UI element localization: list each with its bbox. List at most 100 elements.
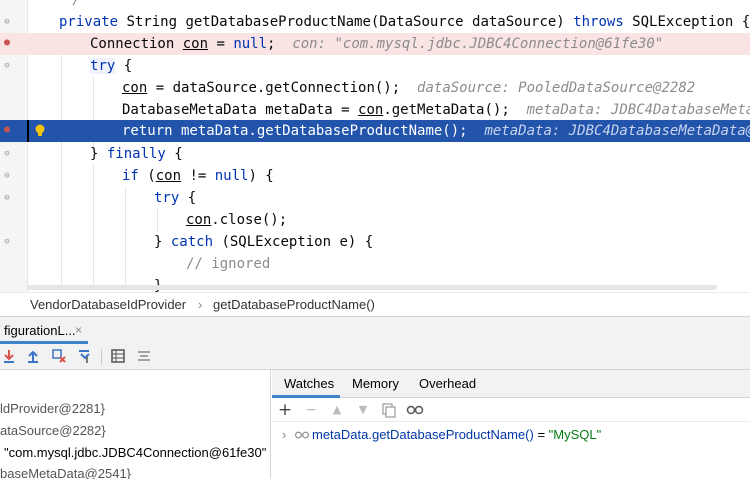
step-into-icon[interactable] bbox=[1, 348, 17, 364]
code-line-execution-point[interactable]: ● return metaData.getDatabaseProductName… bbox=[0, 120, 750, 142]
variable: con bbox=[122, 80, 148, 96]
keyword: throws bbox=[573, 14, 624, 30]
watch-entry: metaData.getDatabaseProductName() = "MyS… bbox=[312, 424, 601, 446]
code-fragment: != bbox=[181, 168, 215, 184]
step-out-icon[interactable] bbox=[25, 348, 41, 364]
fold-icon[interactable]: ⊖ bbox=[1, 60, 13, 72]
debug-session-tabs: figurationL... × bbox=[0, 316, 750, 344]
inline-debug-value: con: "com.mysql.jdbc.JDBC4Connection@61f… bbox=[292, 36, 664, 52]
move-up-icon[interactable]: ▲ bbox=[329, 402, 345, 418]
horizontal-scrollbar[interactable] bbox=[27, 285, 717, 290]
fold-icon[interactable]: ⊖ bbox=[1, 236, 13, 248]
variable-row[interactable]: baseMetaData@2541} bbox=[0, 463, 131, 479]
code-statement: } finally { bbox=[90, 143, 183, 165]
code-statement: return metaData.getDatabaseProductName()… bbox=[122, 120, 750, 142]
code-line[interactable]: DatabaseMetaData metaData = con.getMetaD… bbox=[0, 99, 750, 121]
text-caret bbox=[27, 120, 29, 142]
tab-watches[interactable]: Watches bbox=[284, 370, 334, 397]
method-signature: private String getDatabaseProductName(Da… bbox=[59, 11, 750, 33]
variables-pane[interactable]: ldProvider@2281} ataSource@2282} "com.my… bbox=[0, 370, 271, 479]
variable: con bbox=[358, 102, 384, 118]
fold-icon[interactable]: ⊖ bbox=[1, 16, 13, 28]
breakpoint-icon[interactable]: ● bbox=[1, 124, 13, 136]
run-to-cursor-icon[interactable] bbox=[77, 348, 93, 364]
code-fragment: { bbox=[179, 190, 197, 206]
code-statement: try { bbox=[154, 187, 196, 209]
watch-row[interactable]: › metaData.getDatabaseProductName() = "M… bbox=[272, 424, 750, 446]
code-line[interactable]: // ignored bbox=[0, 253, 750, 275]
fold-icon[interactable]: ⊖ bbox=[1, 170, 13, 182]
code-fragment: metaData.getDatabaseProductName(); bbox=[172, 123, 468, 139]
evaluate-expression-icon[interactable] bbox=[110, 348, 126, 364]
code-statement: try { bbox=[90, 55, 132, 77]
variable-row[interactable]: "com.mysql.jdbc.JDBC4Connection@61fe30" bbox=[0, 442, 266, 464]
code-line[interactable]: ⊖ if (con != null) { bbox=[0, 165, 750, 187]
code-line[interactable]: con.close(); bbox=[0, 209, 750, 231]
code-statement: Connection con = null; con: "com.mysql.j… bbox=[90, 33, 663, 55]
variable-value: ldProvider@2281} bbox=[0, 401, 105, 416]
lightbulb-icon[interactable] bbox=[34, 124, 46, 138]
code-fragment: DatabaseMetaData metaData = bbox=[122, 102, 359, 118]
comment-text: // ignored bbox=[186, 256, 271, 272]
code-editor[interactable]: */ ⊖ private String getDatabaseProductNa… bbox=[0, 0, 750, 292]
keyword: null bbox=[233, 36, 268, 52]
keyword: null bbox=[214, 168, 249, 184]
debug-session-tab[interactable]: figurationL... bbox=[0, 317, 80, 344]
add-icon[interactable]: + bbox=[277, 402, 293, 419]
trace-icon[interactable] bbox=[136, 348, 152, 364]
code-fragment: } bbox=[90, 146, 107, 162]
code-line[interactable]: ⊖ private String getDatabaseProductName(… bbox=[0, 11, 750, 33]
code-statement: con.close(); bbox=[186, 209, 287, 231]
breadcrumb-class[interactable]: VendorDatabaseIdProvider bbox=[30, 293, 186, 316]
remove-icon[interactable]: − bbox=[303, 402, 319, 418]
keyword: private bbox=[59, 14, 119, 30]
code-line[interactable]: ⊖ try { bbox=[0, 187, 750, 209]
fold-icon[interactable]: ⊖ bbox=[1, 148, 13, 160]
comment-text: */ bbox=[64, 0, 81, 8]
breakpoint-icon[interactable]: ● bbox=[1, 37, 13, 49]
tab-memory[interactable]: Memory bbox=[352, 370, 399, 397]
close-icon[interactable]: × bbox=[75, 317, 82, 344]
variable-row[interactable]: ataSource@2282} bbox=[0, 420, 106, 442]
watch-value: "MySQL" bbox=[548, 427, 602, 442]
variable-row[interactable]: ldProvider@2281} bbox=[0, 398, 105, 420]
code-line[interactable]: con = dataSource.getConnection(); dataSo… bbox=[0, 77, 750, 99]
keyword: try bbox=[154, 190, 180, 206]
breadcrumb-separator: › bbox=[198, 297, 203, 312]
keyword: finally bbox=[106, 146, 166, 162]
expand-arrow-icon[interactable]: › bbox=[282, 424, 286, 446]
fold-icon[interactable]: ⊖ bbox=[1, 192, 13, 204]
keyword: return bbox=[122, 123, 173, 139]
code-line[interactable]: ⊖ } finally { bbox=[0, 143, 750, 165]
watch-expression: metaData.getDatabaseProductName() bbox=[312, 427, 534, 442]
inline-debug-value: metaData: JDBC4DatabaseMetaData bbox=[526, 102, 750, 118]
variable: con bbox=[155, 168, 182, 184]
code-line[interactable]: ⊖ try { bbox=[0, 55, 750, 77]
copy-icon[interactable] bbox=[381, 402, 397, 418]
code-statement: DatabaseMetaData metaData = con.getMetaD… bbox=[122, 99, 750, 121]
code-line[interactable]: ⊖ } catch (SQLException e) { bbox=[0, 231, 750, 253]
code-fragment: } bbox=[154, 234, 171, 250]
variable: con bbox=[182, 36, 209, 52]
move-down-icon[interactable]: ▼ bbox=[355, 402, 371, 418]
glasses-icon[interactable] bbox=[406, 402, 424, 418]
watch-equals: = bbox=[533, 427, 549, 442]
code-fragment: String getDatabaseProductName(DataSource… bbox=[118, 14, 574, 30]
inline-debug-value: metaData: JDBC4DatabaseMetaData@2541 bbox=[484, 123, 750, 139]
code-fragment: (SQLException e) { bbox=[213, 234, 374, 250]
watch-tabs: Watches Memory Overhead bbox=[272, 370, 750, 398]
code-fragment: ( bbox=[138, 168, 156, 184]
variable: con bbox=[186, 212, 212, 228]
inline-debug-value: dataSource: PooledDataSource@2282 bbox=[417, 80, 696, 96]
drop-frame-icon[interactable] bbox=[51, 348, 67, 364]
tab-overhead[interactable]: Overhead bbox=[419, 370, 476, 397]
keyword: try bbox=[90, 58, 116, 74]
keyword: catch bbox=[170, 234, 214, 250]
breadcrumb-method[interactable]: getDatabaseProductName() bbox=[213, 293, 375, 316]
code-line[interactable]: */ bbox=[0, 0, 750, 11]
code-fragment: ) { bbox=[248, 168, 274, 184]
code-fragment: { bbox=[165, 146, 183, 162]
code-line-breakpoint[interactable]: ● Connection con = null; con: "com.mysql… bbox=[0, 33, 750, 55]
watch-toolbar: + − ▲ ▼ bbox=[272, 398, 750, 422]
code-fragment: = dataSource.getConnection(); bbox=[147, 80, 401, 96]
